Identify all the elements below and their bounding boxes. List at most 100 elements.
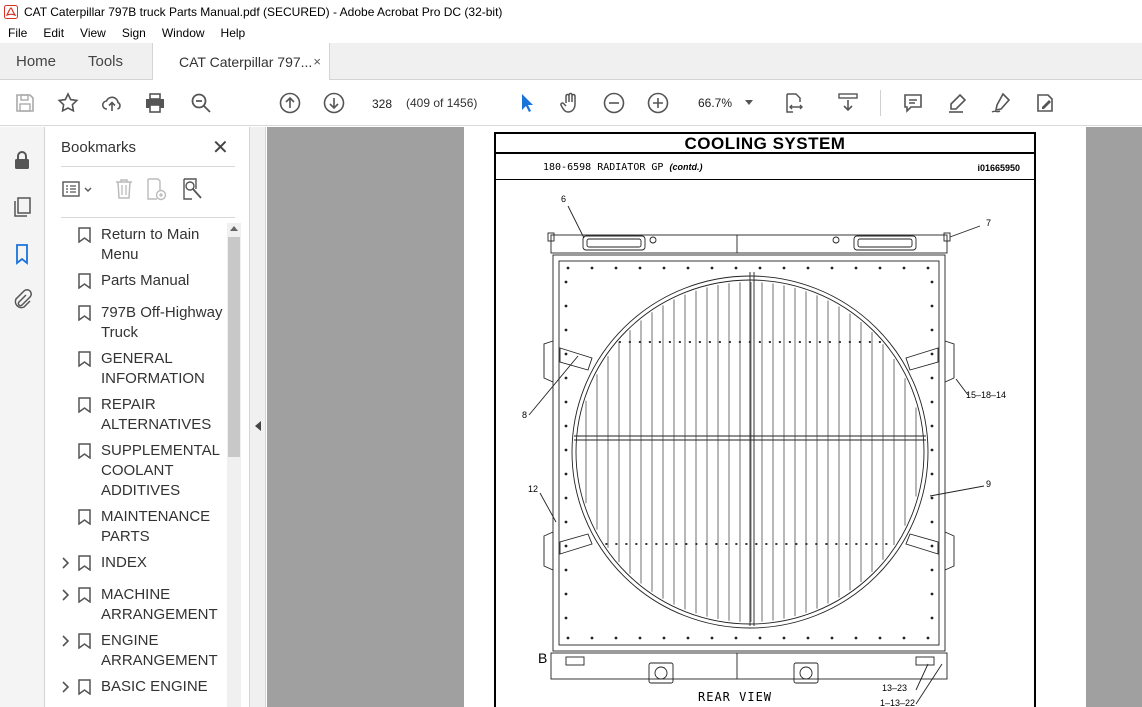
- page-fit-icon[interactable]: [782, 91, 806, 115]
- frame-bolt: [638, 636, 642, 640]
- bookmark-star-icon[interactable]: [56, 91, 80, 115]
- close-panel-icon[interactable]: ✕: [212, 135, 229, 160]
- bookmark-icon: [78, 227, 91, 243]
- print-icon[interactable]: [143, 91, 167, 115]
- menu-edit[interactable]: Edit: [35, 26, 72, 40]
- tab-tools[interactable]: Tools: [88, 43, 123, 80]
- bookmarks-title: Bookmarks: [61, 139, 137, 156]
- tab-bar: Home Tools CAT Caterpillar 797... ×: [0, 43, 1142, 81]
- frame-bolt: [564, 544, 568, 548]
- sign-pen-icon[interactable]: [989, 91, 1013, 115]
- zoom-search-icon[interactable]: [189, 91, 213, 115]
- frame-bolt: [926, 636, 930, 640]
- frame-bolt: [564, 496, 568, 500]
- frame-bolt: [854, 266, 858, 270]
- page-frame: COOLING SYSTEM 180-6598 RADIATOR GP (con…: [494, 132, 1036, 707]
- frame-bolt: [930, 616, 934, 620]
- frame-bolt: [564, 616, 568, 620]
- page-number-input[interactable]: 328: [365, 90, 399, 116]
- frame-bolt: [564, 448, 568, 452]
- frame-bolt: [686, 266, 690, 270]
- callout-9: 9: [986, 479, 992, 489]
- chevron-right-icon[interactable]: [61, 633, 71, 649]
- menu-help[interactable]: Help: [213, 26, 254, 40]
- edit-pdf-icon[interactable]: [1033, 91, 1057, 115]
- chevron-right-icon[interactable]: [61, 679, 71, 695]
- find-bookmark-icon[interactable]: [181, 177, 203, 201]
- bookmarks-panel: Bookmarks ✕ Return to Main Menu Parts Ma…: [45, 127, 250, 707]
- new-bookmark-icon[interactable]: [145, 177, 167, 201]
- frame-bolt: [686, 636, 690, 640]
- frame-bolt: [930, 520, 934, 524]
- view-letter: B: [538, 650, 548, 666]
- scrollbar-thumb[interactable]: [228, 237, 240, 457]
- panel-collapse-handle[interactable]: [250, 127, 266, 707]
- callout-8: 8: [522, 410, 528, 420]
- frame-bolt: [564, 424, 568, 428]
- attachment-icon[interactable]: [11, 289, 33, 311]
- frame-bolt: [854, 636, 858, 640]
- chevron-right-icon[interactable]: [61, 555, 71, 571]
- bookmark-icon: [78, 397, 91, 413]
- frame-bolt: [782, 266, 786, 270]
- bookmark-label: BASIC ENGINE: [101, 678, 208, 695]
- menu-bar: File Edit View Sign Window Help: [0, 23, 1142, 43]
- scrolling-mode-icon[interactable]: [836, 91, 860, 115]
- part-header: 180-6598 RADIATOR GP (contd.) i01665950: [496, 156, 1034, 180]
- zoom-in-icon[interactable]: [646, 91, 670, 115]
- frame-bolt: [930, 568, 934, 572]
- bookmarks-scrollbar[interactable]: [227, 223, 241, 707]
- menu-sign[interactable]: Sign: [114, 26, 154, 40]
- scroll-up-icon[interactable]: [230, 226, 238, 231]
- frame-bolt: [564, 280, 568, 284]
- bookmark-label: Return to Main Menu: [101, 226, 200, 263]
- hand-tool-icon[interactable]: [558, 91, 582, 115]
- options-menu-icon[interactable]: [61, 177, 95, 201]
- next-page-icon[interactable]: [322, 91, 346, 115]
- illustration-id: i01665950: [977, 163, 1020, 173]
- tab-document-label: CAT Caterpillar 797...: [179, 54, 313, 70]
- frame-bolt: [564, 328, 568, 332]
- frame-bolt: [758, 636, 762, 640]
- menu-view[interactable]: View: [72, 26, 114, 40]
- frame-bolt: [614, 266, 618, 270]
- save-icon[interactable]: [13, 91, 37, 115]
- part-name: RADIATOR GP: [597, 162, 664, 173]
- menu-file[interactable]: File: [0, 26, 35, 40]
- document-viewer[interactable]: COOLING SYSTEM 180-6598 RADIATOR GP (con…: [267, 127, 1142, 707]
- frame-bolt: [878, 636, 882, 640]
- bookmark-label: INDEX: [101, 554, 147, 571]
- frame-bolt: [930, 496, 934, 500]
- cloud-upload-icon[interactable]: [100, 91, 124, 115]
- collapse-left-icon[interactable]: [255, 421, 261, 431]
- pages-icon[interactable]: [11, 196, 33, 218]
- bookmark-icon: [78, 509, 91, 525]
- bookmark-icon: [78, 679, 91, 695]
- navigation-rail: [0, 127, 45, 707]
- chevron-right-icon[interactable]: [61, 587, 71, 603]
- acrobat-icon: [4, 4, 18, 19]
- tab-home[interactable]: Home: [16, 43, 56, 80]
- frame-bolt: [758, 266, 762, 270]
- frame-bolt: [662, 266, 666, 270]
- comment-icon[interactable]: [901, 91, 925, 115]
- close-tab-icon[interactable]: ×: [313, 54, 321, 69]
- tab-document[interactable]: CAT Caterpillar 797... ×: [152, 43, 330, 81]
- zoom-out-icon[interactable]: [602, 91, 626, 115]
- lock-icon[interactable]: [11, 149, 33, 171]
- frame-bolt: [566, 266, 570, 270]
- previous-page-icon[interactable]: [278, 91, 302, 115]
- select-cursor-icon[interactable]: [515, 91, 539, 115]
- bookmarks-panel-icon[interactable]: [11, 243, 33, 265]
- bookmark-icon: [78, 273, 91, 289]
- frame-bolt: [902, 636, 906, 640]
- chevron-down-icon[interactable]: [745, 100, 753, 105]
- menu-window[interactable]: Window: [154, 26, 213, 40]
- frame-bolt: [830, 636, 834, 640]
- delete-bookmark-icon[interactable]: [113, 177, 135, 201]
- highlight-pen-icon[interactable]: [945, 91, 969, 115]
- callout-12: 12: [528, 484, 539, 494]
- bookmark-label: MAINTENANCE PARTS: [101, 508, 211, 545]
- frame-bolt: [564, 400, 568, 404]
- frame-bolt: [806, 266, 810, 270]
